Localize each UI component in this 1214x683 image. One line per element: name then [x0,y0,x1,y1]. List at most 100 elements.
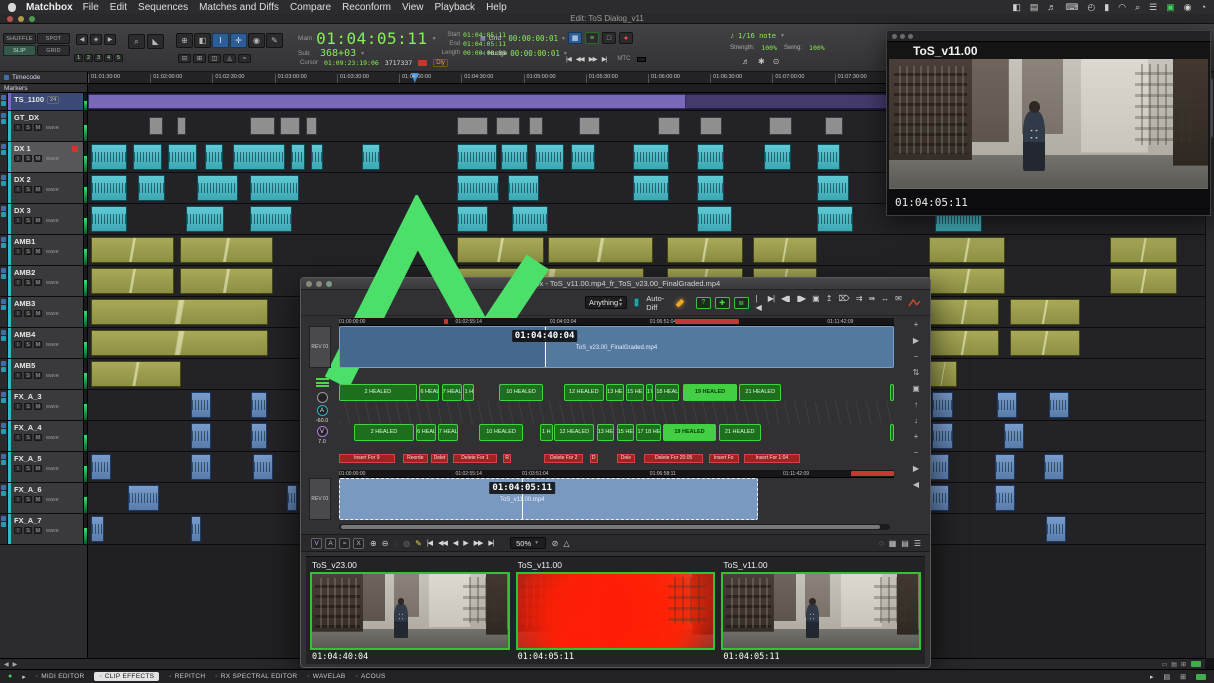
view-a-icon[interactable]: ▭ [1162,661,1168,668]
track-m-button[interactable]: M [34,465,42,472]
healed-block[interactable]: 7 HEALE [442,384,462,401]
zoom-in-icon[interactable]: ⊕ [370,539,376,548]
audio-clip[interactable] [250,117,275,135]
notification-icon[interactable]: ◔ [1201,2,1206,12]
rows-view-icon[interactable]: ☰ [914,539,920,548]
mirror-edit-icon[interactable]: ◬ [223,54,236,63]
audio-clip[interactable] [753,237,818,263]
track-s-button[interactable]: S [24,496,32,503]
frame-compare-icon[interactable]: ▣ [812,294,819,312]
audio-clip[interactable] [633,144,669,170]
arrow-down-icon[interactable]: ↓ [914,416,918,425]
scroll-right-icon[interactable]: ▶ [13,661,18,668]
chevron-down-icon[interactable]: ▼ [780,33,785,39]
change-marker[interactable]: R [503,454,511,463]
loop-icon[interactable]: ◌ [393,539,397,548]
record-icon[interactable]: ● [619,32,633,44]
menu-reconform[interactable]: Reconform [342,2,391,13]
healed-block[interactable]: 6 HEALE [416,424,436,441]
audio-clip[interactable] [1110,268,1177,294]
healed-block[interactable]: 21 HEALED [719,424,761,441]
track-m-button[interactable]: M [34,527,42,534]
automation-follows-icon[interactable]: ≈ [238,54,251,63]
audio-clip[interactable] [535,144,564,170]
target-ruler[interactable]: 01:00:00:0001:02:55:1401:03:51:0401:06:5… [339,470,894,478]
play-icon[interactable]: ▶ [463,539,467,547]
view-b-icon[interactable]: ▤ [1171,661,1177,668]
scrubber-tool-icon[interactable]: ◉ [248,33,265,48]
track-m-button[interactable]: M [34,155,42,162]
track-s-button[interactable]: S [24,434,32,441]
track-select-chips[interactable] [0,173,8,203]
audio-clip[interactable] [929,361,957,387]
audio-clip[interactable] [496,117,521,135]
control-center-icon[interactable]: ☰ [1149,2,1157,13]
step-back-icon[interactable]: ◀ [453,539,457,547]
nudge-value[interactable]: 00:00:00:01 [510,49,560,58]
chart-icon[interactable]: ▤ [1030,2,1039,13]
change-marker[interactable]: D [590,454,598,463]
audio-clip[interactable] [91,175,127,201]
audio-clip[interactable] [817,175,848,201]
snapshot-icon[interactable]: ▣ [912,384,920,393]
audio-clip[interactable] [149,117,162,135]
track-select-chips[interactable] [0,204,8,234]
track-m-button[interactable]: M [34,434,42,441]
track-s-button[interactable]: S [24,279,32,286]
audio-clip[interactable] [1110,237,1177,263]
screen-record-icon[interactable]: ▣ [1166,2,1175,13]
change-marker[interactable]: Insert For 9 [339,454,395,463]
track-s-button[interactable]: S [24,155,32,162]
grid-icon[interactable]: ▦ [480,35,486,42]
audio-clip[interactable] [697,144,724,170]
track-i-button[interactable]: I [14,434,22,441]
audio-clip[interactable] [529,117,542,135]
audio-clip[interactable] [929,485,949,511]
menu-help[interactable]: Help [486,2,507,13]
track-i-button[interactable]: I [14,124,22,131]
track-select-chips[interactable] [0,235,8,265]
audio-layer-button[interactable]: A [325,538,336,549]
audio-clip[interactable] [91,206,127,232]
link-edit-icon[interactable]: ⊞ [193,54,206,63]
healed-block[interactable]: 18 HEAL [655,384,679,401]
audio-clip[interactable] [697,206,733,232]
healed-block[interactable]: 19 HEALED [663,424,717,441]
track-i-button[interactable]: I [14,403,22,410]
track-s-button[interactable]: S [24,186,32,193]
track-m-button[interactable]: M [34,124,42,131]
healed-block[interactable]: 19 HEALED [683,384,737,401]
edit-mode-slip[interactable]: SLIP [3,45,36,56]
go-to-end-icon[interactable]: ▶| [602,55,607,63]
change-marker[interactable]: Insert For 1:04 [744,454,800,463]
chevron-down-icon[interactable]: ▼ [561,36,566,42]
overlay-layer-button[interactable]: ≈ [339,538,350,549]
healed-block[interactable]: 12 HEALED [554,424,594,441]
status-dot-icon[interactable]: ● [8,673,12,680]
link-timeline-icon[interactable]: ⊟ [178,54,191,63]
audio-clip[interactable] [667,237,743,263]
track-header-ts-1100[interactable]: TS_110024 [0,93,88,110]
track-i-button[interactable]: I [14,496,22,503]
audio-clip[interactable] [700,117,722,135]
audio-clip[interactable] [457,144,497,170]
healed-block[interactable]: 13 HE [606,384,624,401]
audio-clip[interactable] [579,117,599,135]
close-icon[interactable] [892,34,897,39]
audio-clip[interactable] [191,423,211,449]
track-select-chips[interactable] [0,483,8,513]
audio-clip[interactable] [929,268,1005,294]
audio-clip[interactable] [995,485,1015,511]
track-select-chips[interactable] [0,328,8,358]
audio-clip[interactable] [571,144,596,170]
search-icon[interactable]: ⌕ [1135,2,1140,13]
healed-block[interactable] [890,384,894,401]
arrow-up-icon[interactable]: ↑ [914,400,918,409]
count-off-icon[interactable]: □ [602,32,616,44]
audio-clip[interactable] [91,299,267,325]
track-i-button[interactable]: I [14,279,22,286]
audio-clip[interactable] [251,423,267,449]
track-select-chips[interactable] [0,390,8,420]
speaker-icon[interactable]: ♬ [742,57,750,66]
compare-thumb-tos-v11-00[interactable]: ToS_v11.0001:04:05:11 [721,559,921,662]
